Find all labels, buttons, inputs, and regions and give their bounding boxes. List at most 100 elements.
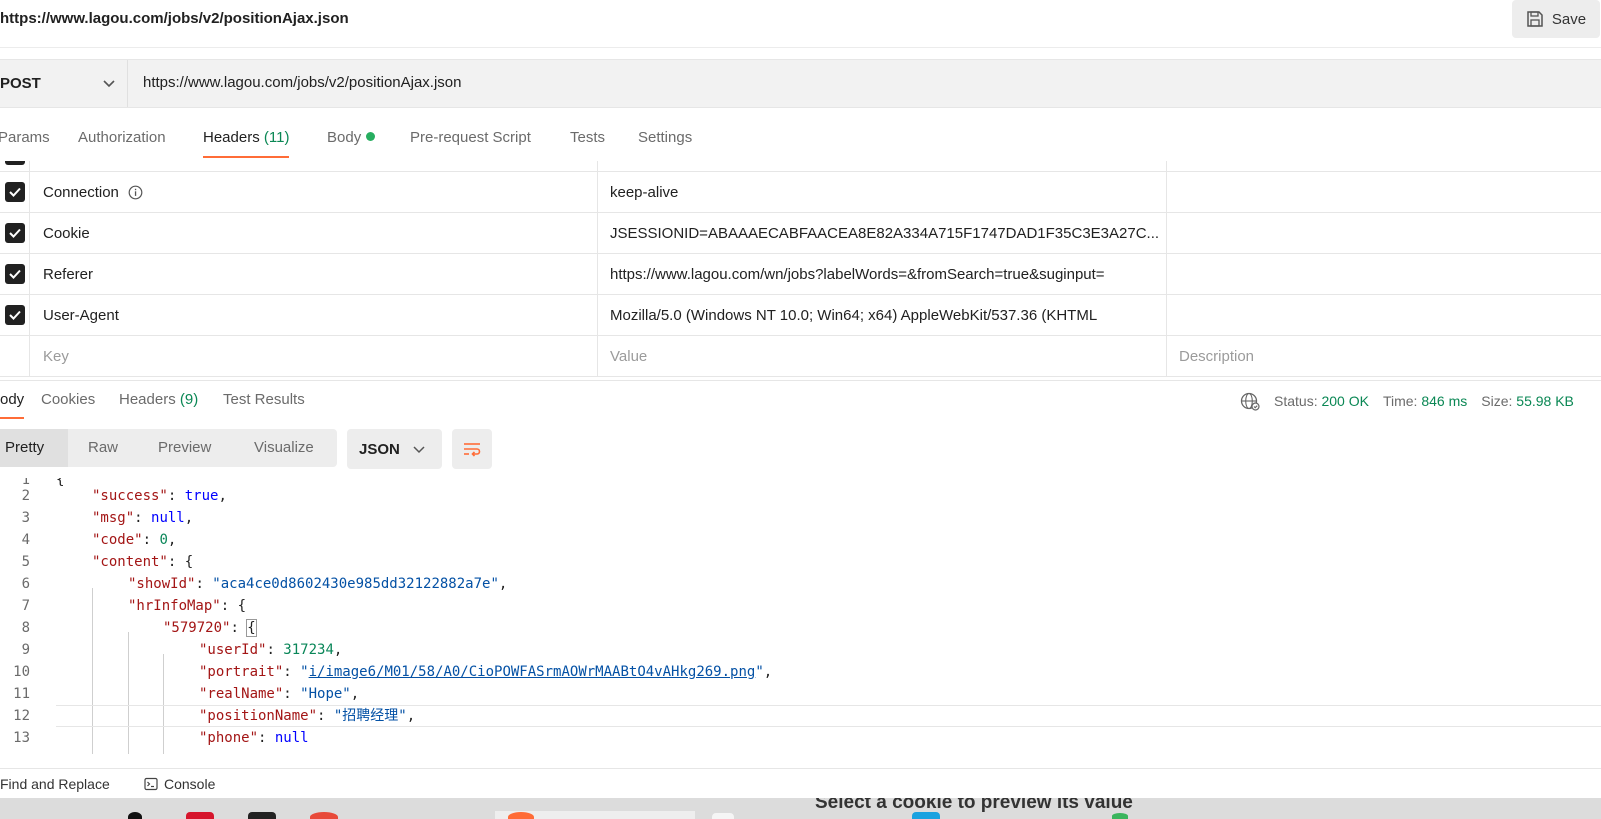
json-link-value[interactable]: i/image6/M01/58/A0/CioPOWFASrmAOWrMAABtO…: [309, 664, 756, 680]
body-indicator-dot: [366, 132, 376, 141]
json-key: "phone": [199, 730, 259, 746]
header-value-cell[interactable]: Mozilla/5.0 (Windows NT 10.0; Win64; x64…: [599, 295, 1167, 335]
tab-headers-label: Headers: [203, 129, 260, 146]
header-description-cell[interactable]: [1168, 172, 1601, 212]
method-label: POST: [0, 75, 41, 92]
check-icon: [8, 310, 21, 320]
json-key: "success": [92, 488, 168, 504]
header-description-cell[interactable]: [1168, 213, 1601, 253]
postman-icon[interactable]: [508, 812, 534, 819]
row-checkbox[interactable]: [4, 182, 25, 202]
request-title[interactable]: https://www.lagou.com/jobs/v2/positionAj…: [0, 10, 349, 27]
header-key: Referer: [43, 265, 94, 283]
header-value-cell[interactable]: JSESSIONID=ABAAAECABFAACEA8E82A334A715F1…: [599, 213, 1167, 253]
row-checkbox-cell: [0, 213, 30, 253]
format-select[interactable]: JSON: [347, 429, 442, 469]
taskbar-app-icon[interactable]: [248, 812, 276, 819]
header-description-cell[interactable]: [1168, 254, 1601, 294]
view-raw-button[interactable]: Raw: [88, 429, 118, 467]
tab-test-results[interactable]: Test Results: [223, 391, 305, 419]
time-value[interactable]: 846 ms: [1421, 393, 1467, 409]
tab-response-body[interactable]: ody: [0, 391, 25, 419]
json-value: 0: [159, 532, 168, 548]
header-key-cell[interactable]: User-Agent: [31, 295, 598, 335]
view-mode-group: Pretty Raw Preview Visualize: [0, 429, 337, 467]
checkbox-partial[interactable]: [4, 161, 25, 165]
header-value: JSESSIONID=ABAAAECABFAACEA8E82A334A715F1…: [610, 224, 1160, 242]
size-value[interactable]: 55.98 KB: [1516, 393, 1574, 409]
view-preview-button[interactable]: Preview: [158, 429, 211, 467]
save-button[interactable]: Save: [1512, 0, 1600, 38]
json-key: "msg": [92, 510, 135, 526]
row-checkbox[interactable]: [4, 305, 25, 325]
row-checkbox-cell: [0, 172, 30, 212]
new-description-input[interactable]: Description: [1168, 336, 1601, 376]
taskbar-app-icon[interactable]: [912, 812, 940, 819]
tab-response-cookies[interactable]: Cookies: [41, 391, 95, 419]
tab-params[interactable]: Params: [0, 128, 50, 158]
header-key-cell[interactable]: Referer: [31, 254, 598, 294]
tab-headers[interactable]: Headers (11): [203, 128, 290, 158]
table-row-partial: [0, 161, 1601, 172]
url-input[interactable]: https://www.lagou.com/jobs/v2/positionAj…: [143, 74, 462, 91]
tab-pre-request-script[interactable]: Pre-request Script: [410, 128, 531, 158]
code-line: 7 "hrInfoMap": {: [0, 595, 1601, 617]
background-window-text: Select a cookie to preview its value: [815, 798, 1133, 813]
row-checkbox[interactable]: [4, 264, 25, 284]
info-icon[interactable]: [128, 185, 143, 200]
console-button[interactable]: Console: [144, 776, 215, 792]
taskbar-app-icon[interactable]: [310, 812, 338, 819]
table-row: Cookie JSESSIONID=ABAAAECABFAACEA8E82A33…: [0, 213, 1601, 254]
line-number: 6: [21, 576, 30, 592]
taskbar-app-icon[interactable]: [712, 813, 734, 819]
tab-authorization-label: Authorization: [78, 129, 166, 146]
header-value: keep-alive: [610, 183, 679, 201]
tab-authorization[interactable]: Authorization: [78, 128, 166, 158]
header-value-cell[interactable]: https://www.lagou.com/wn/jobs?labelWords…: [599, 254, 1167, 294]
code-line: 5 "content": {: [0, 551, 1601, 573]
tab-settings[interactable]: Settings: [638, 128, 692, 158]
header-key-cell[interactable]: Connection: [31, 172, 598, 212]
json-key: "content": [92, 554, 168, 570]
method-select[interactable]: POST: [0, 60, 128, 107]
time-label: Time:: [1382, 393, 1418, 409]
find-and-replace-button[interactable]: Find and Replace: [0, 776, 110, 792]
tab-response-headers[interactable]: Headers (9): [119, 391, 198, 419]
header-key-cell[interactable]: Cookie: [31, 213, 598, 253]
new-value-input[interactable]: Value: [599, 336, 1167, 376]
json-value: "aca4ce0d8602430e985dd32122882a7e": [212, 576, 499, 592]
description-placeholder: Description: [1179, 347, 1255, 365]
taskbar-app-icon[interactable]: [186, 812, 214, 819]
tab-body[interactable]: Body: [327, 128, 376, 158]
json-brace: {: [237, 598, 247, 614]
key-cell: [31, 161, 598, 171]
code-text: "positionName": "招聘经理",: [199, 708, 416, 724]
code-line: 11 "realName": "Hope",: [0, 683, 1601, 705]
code-text: "579720": {: [163, 619, 257, 637]
header-description-cell[interactable]: [1168, 295, 1601, 335]
view-visualize-button[interactable]: Visualize: [254, 429, 314, 467]
line-number: 2: [21, 488, 30, 504]
view-pretty-button[interactable]: Pretty: [0, 429, 68, 467]
new-key-input[interactable]: Key: [31, 336, 598, 376]
code-line: 8 "579720": {: [0, 617, 1601, 639]
taskbar-app-icon[interactable]: [128, 812, 142, 819]
tab-tests[interactable]: Tests: [570, 128, 605, 158]
code-line: 12 "positionName": "招聘经理",: [0, 705, 1601, 727]
response-body-viewer[interactable]: 1{ 2 "success": true, 3 "msg": null, 4 "cod…: [0, 478, 1601, 754]
header-value-cell[interactable]: keep-alive: [599, 172, 1167, 212]
value-placeholder: Value: [610, 347, 648, 365]
json-value: true: [184, 488, 219, 504]
json-value: null: [151, 510, 185, 526]
code-text: "showId": "aca4ce0d8602430e985dd32122882…: [128, 576, 508, 592]
row-checkbox[interactable]: [4, 223, 25, 243]
status-value[interactable]: 200 OK: [1321, 393, 1368, 409]
json-brace: {: [184, 554, 194, 570]
wrap-lines-button[interactable]: [452, 429, 492, 469]
globe-icon[interactable]: [1240, 391, 1260, 411]
key-placeholder: Key: [43, 347, 69, 365]
code-text: "realName": "Hope",: [199, 686, 360, 702]
taskbar-app-icon[interactable]: [1112, 813, 1128, 819]
line-number: 8: [21, 620, 30, 636]
table-row: User-Agent Mozilla/5.0 (Windows NT 10.0;…: [0, 295, 1601, 336]
